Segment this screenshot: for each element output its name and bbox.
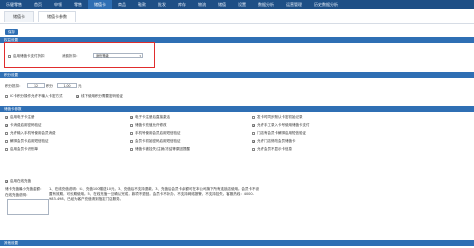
top-nav: 乐健零售 首页 申领 零售 储值卡 商品 鞋款 批发 库存 物流 储值 设置 数据分析 运营管理 历史数据分…	[0, 0, 474, 9]
tab-stored-value-card[interactable]: 储值卡	[4, 11, 34, 22]
option-checkbox[interactable]	[130, 116, 133, 120]
offline-pwd-label: 线下使用积分需要密码验证	[81, 94, 123, 98]
enable-card-discount-label: 启用储值卡支付折扣	[13, 54, 45, 58]
consume-discount-label: 消费折扣：	[62, 54, 80, 58]
section-title-points: 积分设置	[0, 72, 474, 78]
nav-item[interactable]: 历史数据分析	[308, 0, 344, 9]
nav-item[interactable]: 申领	[48, 0, 68, 9]
enable-card-discount-checkbox[interactable]	[8, 55, 11, 58]
yuan-input[interactable]: 1.00	[57, 83, 77, 88]
option-checkbox[interactable]	[5, 180, 8, 184]
option-label: 允许会员不显示卡信息	[257, 147, 292, 151]
option-label: 手机号使用会员启用短信验证	[135, 131, 181, 135]
option-label: 电子卡注册后直接激活	[135, 115, 170, 119]
option-checkbox[interactable]	[252, 116, 255, 119]
nav-item[interactable]: 设置	[232, 0, 252, 9]
min-amount-label: 储卡充值最小充值金额：	[5, 187, 44, 191]
option-checkbox[interactable]	[130, 124, 133, 127]
ic-card-no-pwd-checkbox[interactable]	[5, 95, 8, 98]
nav-item[interactable]: 储值	[212, 0, 232, 9]
points-unit: 积分	[46, 84, 53, 88]
option-checkbox[interactable]	[252, 148, 255, 151]
nav-item[interactable]: 物流	[192, 0, 212, 9]
yuan-unit: 元	[78, 84, 82, 88]
consume-discount-value: 身份等级	[96, 54, 109, 58]
online-pay-label: 在线充值说明：	[5, 193, 30, 197]
option-checkbox[interactable]	[130, 140, 133, 143]
save-button[interactable]: 保存	[5, 29, 18, 35]
sub-tabs: 储值卡 储值卡参数	[0, 11, 76, 22]
nav-item[interactable]: 零售	[68, 0, 88, 9]
tab-card-params[interactable]: 储值卡参数	[38, 11, 76, 22]
option-label: 允许输入手机号使用会员消费	[10, 131, 56, 135]
option-checkbox[interactable]	[130, 148, 133, 151]
option-checkbox[interactable]	[5, 148, 8, 151]
online-pay-textarea[interactable]	[7, 199, 49, 215]
online-recharge-note: 1、在线充值说明：①、充值100赠送10元，3、充值后不支持退款，3、充值后会员…	[49, 187, 259, 202]
toolbar	[0, 23, 474, 34]
option-label: 发卡时同步默认卡密初始记录	[257, 115, 303, 119]
option-label: 储值卡被挂失/注销/冻结等原因提醒	[135, 147, 190, 151]
nav-item[interactable]: 数据分析	[252, 0, 280, 9]
points-input[interactable]: 12	[27, 83, 45, 88]
nav-item[interactable]: 首页	[28, 0, 48, 9]
chevron-down-icon: ▾	[139, 54, 141, 58]
points-rate-label: 积分抵扣：	[5, 84, 23, 88]
nav-item[interactable]: 乐健零售	[0, 0, 28, 9]
option-checkbox[interactable]	[5, 132, 8, 135]
nav-item[interactable]: 库存	[172, 0, 192, 9]
consume-discount-select[interactable]: 身份等级 ▾	[93, 53, 143, 58]
option-label: 允许门店修改会员储值卡	[257, 139, 296, 143]
option-label: 启用电子卡注册	[10, 115, 35, 119]
offline-pwd-checkbox[interactable]	[76, 95, 79, 99]
nav-item[interactable]: 鞋款	[132, 0, 152, 9]
option-label: 储值卡充值允许修改	[135, 123, 167, 127]
option-checkbox[interactable]	[130, 132, 133, 135]
section-title-other: 其他设置	[0, 240, 474, 246]
section-title-card-params: 储值卡参数	[0, 106, 474, 112]
option-checkbox[interactable]	[5, 140, 8, 143]
nav-item[interactable]: 商品	[112, 0, 132, 9]
option-label: 启用在线充值	[10, 179, 31, 183]
ic-card-no-pwd-label: IC卡积分操作允许不输入卡密方式	[10, 94, 63, 98]
option-label: 允许手工录入卡号使用储值卡支付	[257, 123, 310, 127]
option-label: 解绑会员卡启用短信验证	[10, 139, 49, 143]
option-checkbox[interactable]	[252, 140, 255, 144]
option-checkbox[interactable]	[252, 132, 255, 135]
nav-item[interactable]: 储值卡	[88, 0, 112, 9]
nav-item[interactable]: 运营管理	[280, 0, 308, 9]
option-label: 启用会员卡识别单	[10, 147, 38, 151]
option-checkbox[interactable]	[252, 124, 255, 128]
nav-item[interactable]: 批发	[152, 0, 172, 9]
option-label: 卡消费启用密码验证	[10, 123, 42, 127]
option-label: 会员卡初始密码启用短信验证	[135, 139, 181, 143]
option-label: 门店有会员卡解绑启用短信验证	[257, 131, 306, 135]
option-checkbox[interactable]	[5, 116, 8, 120]
option-checkbox[interactable]	[5, 124, 8, 128]
